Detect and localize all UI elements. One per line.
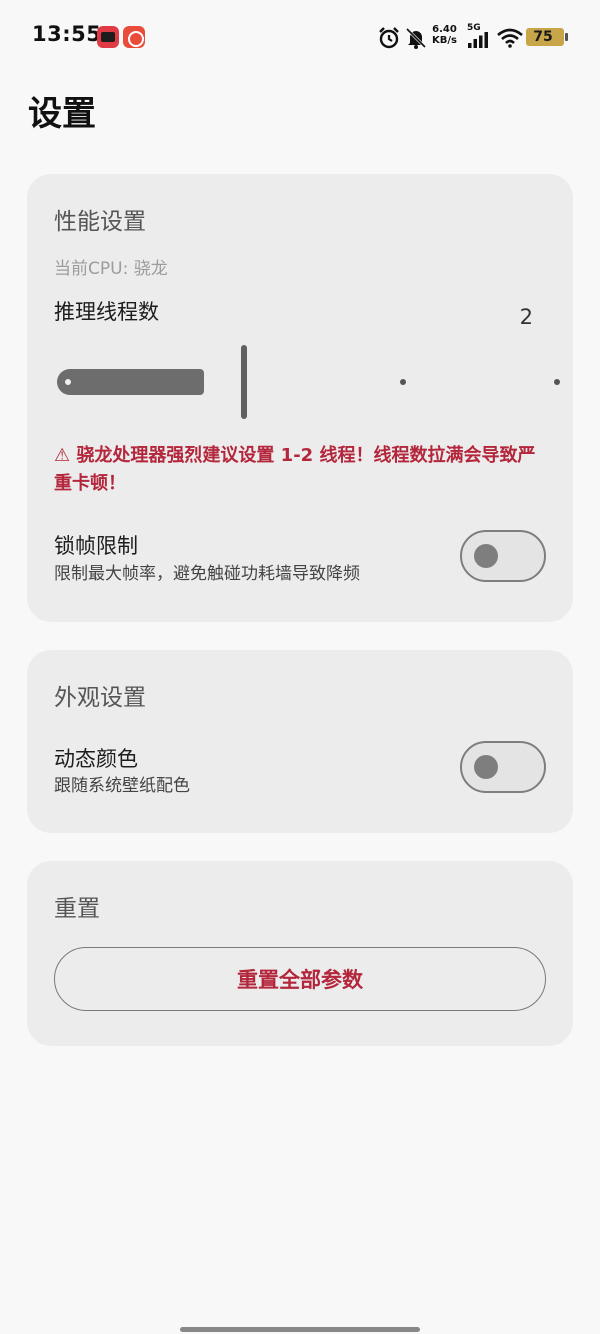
dynamic-color-description: 跟随系统壁纸配色 [54,776,190,796]
battery-tip [565,33,568,41]
frame-lock-description: 限制最大帧率，避免触碰功耗墙导致降频 [54,564,360,584]
frame-lock-label: 锁帧限制 [54,534,138,558]
reset-all-button[interactable]: 重置全部参数 [54,947,546,1011]
appearance-settings-card: 外观设置 动态颜色 跟随系统壁纸配色 [27,650,573,833]
net-speed: 6.40 KB/s [432,24,457,46]
mute-icon [405,27,427,49]
appearance-section-title: 外观设置 [54,685,146,711]
status-time: 13:55 [32,22,102,46]
cpu-info: 当前CPU: 骁龙 [54,259,168,279]
dynamic-color-label: 动态颜色 [54,747,138,771]
slider-stop-4 [554,379,560,385]
net-speed-unit: KB/s [432,35,457,46]
status-bar: 13:55 6.40 KB/s 5G 75 [0,0,600,72]
performance-section-title: 性能设置 [54,209,146,235]
battery-icon: 75 [526,28,568,46]
net-speed-value: 6.40 [432,24,457,35]
slider-active-track [57,369,204,395]
battery-level: 75 [533,29,553,45]
alarm-icon [379,27,399,49]
slider-stop-3 [400,379,406,385]
signal-icon [468,32,488,48]
page-title: 设置 [28,94,96,134]
home-indicator[interactable] [180,1327,420,1332]
threads-value: 2 [519,305,533,329]
slider-stop-1 [65,379,71,385]
settings-screen: 13:55 6.40 KB/s 5G 75 设置 性能设置 当前CPU: 骁龙 … [0,0,600,1334]
wifi-icon [497,28,523,48]
app-notification-icon [97,26,119,48]
slider-thumb[interactable] [241,345,247,419]
threads-label: 推理线程数 [54,300,159,324]
reset-section-title: 重置 [54,896,100,922]
dynamic-color-toggle[interactable] [460,741,546,793]
frame-lock-toggle[interactable] [460,530,546,582]
toggle-knob [474,755,498,779]
music-app-icon [123,26,145,48]
threads-slider[interactable] [54,342,560,419]
performance-settings-card: 性能设置 当前CPU: 骁龙 推理线程数 2 ⚠ 骁龙处理器强烈建议设置 1-2… [27,174,573,622]
thread-warning: ⚠ 骁龙处理器强烈建议设置 1-2 线程！线程数拉满会导致严重卡顿！ [54,445,536,494]
toggle-knob [474,544,498,568]
reset-card: 重置 重置全部参数 [27,861,573,1046]
